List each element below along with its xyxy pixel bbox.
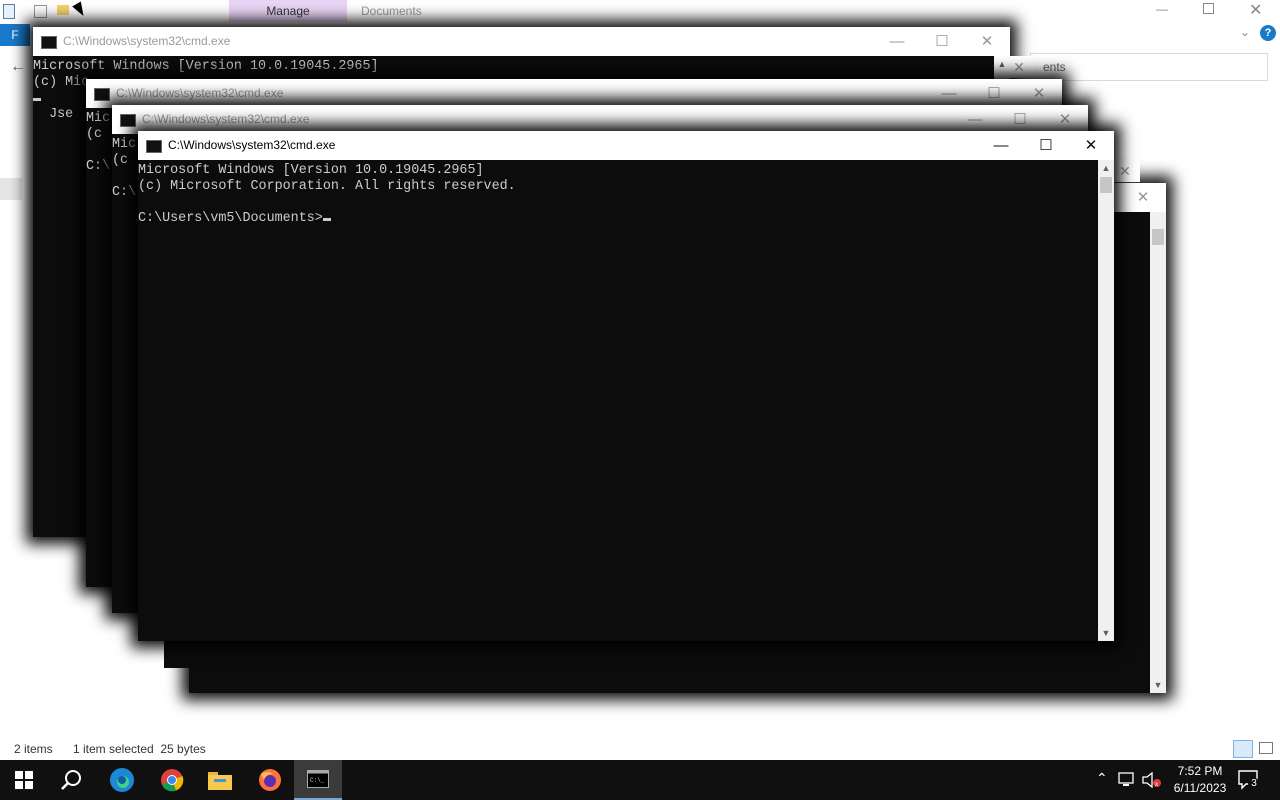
explorer-app-icon <box>3 4 15 19</box>
explorer-window-title: Documents <box>361 4 422 18</box>
minimize-button[interactable]: — <box>952 105 998 134</box>
firefox-icon <box>259 769 281 791</box>
text-cursor <box>322 218 331 221</box>
close-button[interactable]: ✕ <box>1016 79 1062 108</box>
minimize-button[interactable]: — <box>978 131 1024 160</box>
close-button[interactable]: ✕ <box>1042 105 1088 134</box>
cmd-titlebar[interactable]: C:\Windows\system32\cmd.exe — ☐ ✕ <box>112 105 1088 134</box>
scroll-down-icon[interactable]: ▼ <box>1098 625 1114 641</box>
edge-icon <box>110 768 134 792</box>
close-button[interactable]: ✕ <box>1068 131 1114 160</box>
clock-time: 7:52 PM <box>1177 764 1223 778</box>
show-hidden-icons-icon[interactable]: ⌃ <box>1096 770 1108 787</box>
cmd-icon <box>120 114 136 127</box>
cmd-window-active[interactable]: C:\Windows\system32\cmd.exe — ☐ ✕ Micros… <box>138 131 1114 641</box>
scroll-up-icon[interactable]: ▲ <box>1098 160 1114 176</box>
mouse-cursor <box>72 1 88 19</box>
close-button[interactable]: ✕ <box>1120 183 1166 212</box>
text-cursor <box>33 98 41 101</box>
file-explorer-icon <box>208 772 232 790</box>
svg-text:x: x <box>1155 782 1158 788</box>
cmd-window-close-tab[interactable]: ✕ <box>1004 56 1034 78</box>
maximize-button[interactable]: ☐ <box>971 79 1017 108</box>
maximize-button[interactable]: ☐ <box>997 105 1043 134</box>
properties-icon[interactable] <box>34 5 47 18</box>
edge-button[interactable] <box>98 760 146 800</box>
close-button[interactable]: ✕ <box>964 27 1010 56</box>
vertical-scrollbar[interactable]: ▼ <box>1150 212 1166 693</box>
taskbar-clock[interactable]: 7:52 PM 6/11/2023 <box>1160 763 1240 797</box>
network-icon[interactable] <box>1118 772 1136 788</box>
console-prompt-line: C:\Users\vm5\Documents> <box>138 211 1098 227</box>
volume-muted-icon[interactable]: x <box>1142 772 1162 788</box>
taskbar: C:\_ ⌃ x 7:52 PM 6/11/2023 3 <box>0 760 1280 800</box>
ribbon-expand-icon[interactable]: ⌄ <box>1240 25 1250 39</box>
manage-tab[interactable]: Manage <box>229 0 347 22</box>
search-box[interactable]: ents <box>1030 53 1268 81</box>
console-output[interactable]: Microsoft Windows [Version 10.0.19045.29… <box>138 160 1098 641</box>
cmd-taskbar-button[interactable]: C:\_ <box>294 760 342 800</box>
details-view-icon[interactable] <box>1233 740 1253 758</box>
cmd-title: C:\Windows\system32\cmd.exe <box>168 138 336 152</box>
cmd-titlebar[interactable]: C:\Windows\system32\cmd.exe — ☐ ✕ <box>86 79 1062 108</box>
cmd-icon <box>146 140 162 153</box>
cmd-icon <box>94 88 110 101</box>
explorer-statusbar: 2 items 1 item selected 25 bytes <box>0 738 1280 760</box>
file-explorer-button[interactable] <box>196 760 244 800</box>
scroll-down-icon[interactable]: ▼ <box>1150 677 1166 693</box>
large-icons-view-icon[interactable] <box>1259 742 1273 754</box>
explorer-titlebar: Manage Documents — ✕ <box>0 0 1280 22</box>
help-icon[interactable]: ? <box>1260 25 1276 41</box>
console-prompt: C:\Users\vm5\Documents> <box>138 211 323 226</box>
minimize-button[interactable]: — <box>926 79 972 108</box>
chrome-button[interactable] <box>148 760 196 800</box>
action-center-button[interactable]: 3 <box>1236 768 1260 792</box>
back-arrow-icon[interactable]: ← <box>10 58 26 76</box>
chrome-icon <box>161 769 184 792</box>
search-box-text: ents <box>1043 60 1066 74</box>
console-line: Microsoft Windows [Version 10.0.19045.29… <box>138 163 484 178</box>
console-line: Microsoft Windows [Version 10.0.19045.29… <box>33 59 379 74</box>
restore-button[interactable] <box>1203 3 1214 14</box>
notification-badge: 3 <box>1248 778 1260 790</box>
firefox-button[interactable] <box>246 760 294 800</box>
cmd-icon <box>41 36 57 49</box>
nav-pane-selection <box>0 178 22 200</box>
cmd-title: C:\Windows\system32\cmd.exe <box>116 86 284 100</box>
close-button[interactable]: ✕ <box>1249 0 1262 20</box>
cmd-title: C:\Windows\system32\cmd.exe <box>63 34 231 48</box>
status-selection: 1 item selected 25 bytes <box>73 742 206 756</box>
maximize-button[interactable]: ☐ <box>919 27 965 56</box>
start-button[interactable] <box>0 760 48 800</box>
scrollbar-thumb[interactable] <box>1152 229 1164 245</box>
minimize-button[interactable]: — <box>874 27 920 56</box>
console-line: (c) Microsoft Corporation. All rights re… <box>138 179 516 194</box>
cmd-window-close-tab[interactable]: ✕ <box>1110 160 1140 182</box>
windows-logo-icon <box>15 771 33 789</box>
svg-text:C:\_: C:\_ <box>310 777 325 784</box>
cmd-window-4-edge <box>163 640 194 668</box>
clock-date: 6/11/2023 <box>1173 781 1227 795</box>
search-button[interactable] <box>48 760 96 800</box>
minimize-button[interactable]: — <box>1156 2 1168 16</box>
status-item-count: 2 items <box>14 742 53 756</box>
scrollbar-thumb[interactable] <box>1100 177 1112 193</box>
vertical-scrollbar[interactable]: ▲ ▼ <box>1098 160 1114 641</box>
cmd-titlebar[interactable]: C:\Windows\system32\cmd.exe — ☐ ✕ <box>138 131 1114 160</box>
cmd-icon: C:\_ <box>307 770 329 788</box>
cmd-title: C:\Windows\system32\cmd.exe <box>142 112 310 126</box>
search-icon <box>61 770 81 790</box>
file-tab[interactable]: F <box>0 24 30 46</box>
new-folder-icon[interactable] <box>57 5 69 15</box>
cmd-titlebar[interactable]: C:\Windows\system32\cmd.exe — ☐ ✕ <box>33 27 1010 56</box>
maximize-button[interactable]: ☐ <box>1023 131 1069 160</box>
